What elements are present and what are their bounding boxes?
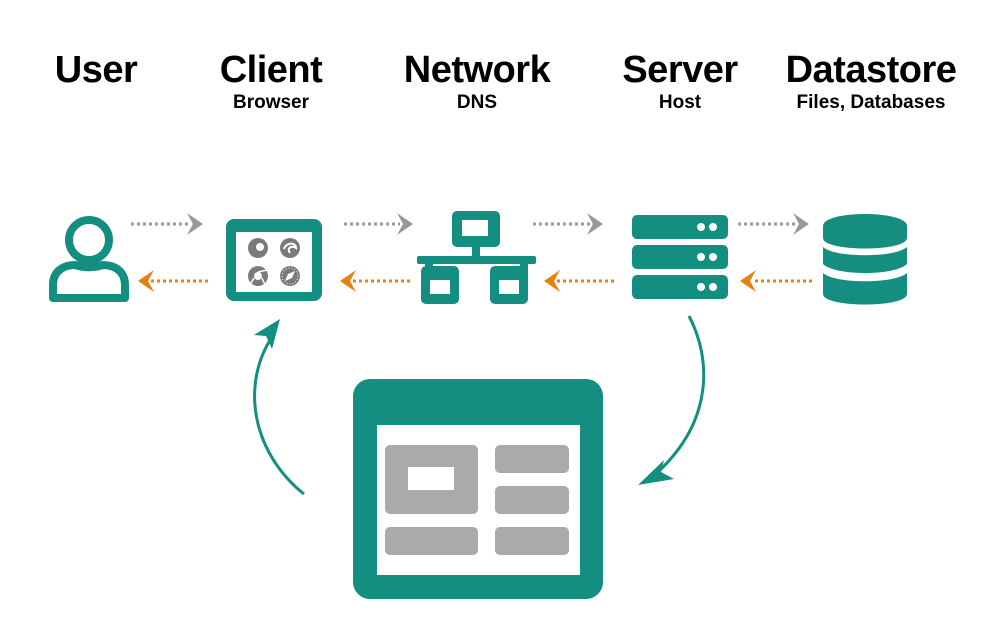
chrome-icon xyxy=(248,266,268,286)
cycle-arrow-page-to-client xyxy=(253,319,305,496)
user-icon xyxy=(49,216,129,302)
cycle-arrow-server-to-page xyxy=(638,315,706,485)
edge-icon xyxy=(280,238,300,258)
server-rack-icon xyxy=(632,215,728,299)
firefox-icon xyxy=(248,238,268,258)
database-icon xyxy=(823,214,907,305)
flow-diagram xyxy=(49,211,907,599)
browser-window-icon xyxy=(226,219,322,301)
web-page-layout-icon xyxy=(353,379,603,599)
network-icon xyxy=(417,211,536,304)
safari-icon xyxy=(280,266,300,286)
